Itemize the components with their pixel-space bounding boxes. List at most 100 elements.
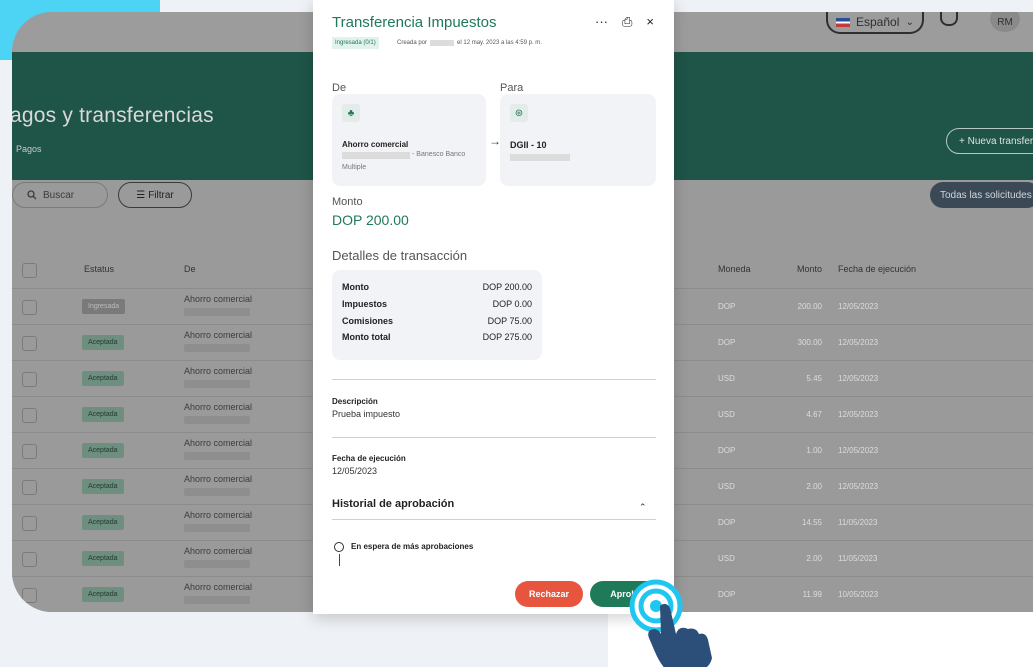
history-title[interactable]: Historial de aprobación (332, 498, 454, 510)
created-date: el 12 may. 2023 a las 4:59 p. m. (457, 40, 542, 46)
row-checkbox[interactable] (22, 408, 37, 423)
print-icon[interactable]: ⎙ (622, 14, 632, 30)
row-amount: 2.00 (806, 554, 822, 563)
redacted-account-number (184, 452, 250, 460)
row-checkbox[interactable] (22, 588, 37, 603)
redacted-account-number (184, 524, 250, 532)
row-from-account: Ahorro comercial (184, 582, 253, 592)
col-status[interactable]: Estatus (84, 264, 114, 274)
amount-label: Monto (332, 196, 363, 208)
redacted-account-number (184, 308, 250, 316)
filter-label: Filtrar (148, 189, 174, 201)
bell-icon[interactable] (940, 12, 958, 26)
row-checkbox[interactable] (22, 552, 37, 567)
details-row: Impuestos DOP 0.00 (342, 299, 532, 309)
row-exec-date: 12/05/2023 (838, 482, 879, 491)
row-amount: 5.45 (806, 374, 822, 383)
row-amount: 200.00 (797, 302, 822, 311)
details-key: Monto total (342, 332, 391, 342)
details-value: DOP 200.00 (482, 282, 532, 292)
close-icon[interactable]: × (646, 14, 654, 30)
row-currency: DOP (718, 590, 736, 599)
row-currency: USD (718, 410, 735, 419)
row-status-badge: Aceptada (82, 551, 124, 566)
details-key: Impuestos (342, 299, 388, 309)
row-exec-date: 12/05/2023 (838, 446, 879, 455)
language-label: Español (856, 15, 900, 29)
details-key: Comisiones (342, 316, 394, 326)
from-account-name: Ahorro comercial (342, 140, 409, 149)
redacted-reference (510, 154, 570, 161)
from-account-card: ♣ Ahorro comercial - Banesco Banco Multi… (332, 94, 486, 186)
tax-icon: ⊛ (510, 104, 528, 122)
row-from-account: Ahorro comercial (184, 330, 253, 340)
row-currency: DOP (718, 302, 736, 311)
approve-button[interactable]: Aproba (590, 581, 662, 607)
details-row: Monto total DOP 275.00 (342, 332, 532, 342)
row-currency: USD (718, 554, 735, 563)
row-currency: DOP (718, 446, 736, 455)
more-icon[interactable]: ··· (595, 14, 608, 30)
details-row: Monto DOP 200.00 (342, 282, 532, 292)
details-value: DOP 0.00 (492, 299, 532, 309)
row-from-account: Ahorro comercial (184, 294, 253, 304)
row-checkbox[interactable] (22, 444, 37, 459)
reject-button[interactable]: Rechazar (515, 581, 583, 607)
details-value: DOP 75.00 (487, 316, 532, 326)
created-by-label: Creada por (397, 40, 428, 46)
row-status-badge: Aceptada (82, 407, 124, 422)
redacted-account-number (184, 344, 250, 352)
description-label: Descripción (332, 397, 378, 406)
chevron-up-icon[interactable]: ⌃ (639, 502, 647, 513)
row-currency: USD (718, 374, 735, 383)
avatar[interactable]: RM (990, 12, 1020, 32)
row-amount: 4.67 (806, 410, 822, 419)
col-de[interactable]: De (184, 264, 196, 274)
col-fecha[interactable]: Fecha de ejecución (838, 264, 916, 274)
select-all-checkbox[interactable] (22, 263, 37, 278)
chevron-down-icon: ⌄ (905, 16, 914, 28)
row-from-account: Ahorro comercial (184, 438, 253, 448)
row-from-account: Ahorro comercial (184, 366, 253, 376)
row-from-account: Ahorro comercial (184, 474, 253, 484)
col-monto[interactable]: Monto (782, 264, 822, 274)
redacted-account-number (184, 380, 250, 388)
exec-date-label: Fecha de ejecución (332, 454, 406, 463)
new-transfer-button[interactable]: + Nueva transfer (946, 128, 1033, 154)
from-bank-name-2: Multiple (342, 164, 367, 171)
details-box: Monto DOP 200.00 Impuestos DOP 0.00 Comi… (332, 270, 542, 360)
row-exec-date: 12/05/2023 (838, 410, 879, 419)
row-exec-date: 12/05/2023 (838, 302, 879, 311)
modal-toolbar: ··· ⎙ × (595, 14, 654, 30)
row-checkbox[interactable] (22, 372, 37, 387)
row-exec-date: 12/05/2023 (838, 338, 879, 347)
row-amount: 14.55 (801, 518, 822, 527)
piggy-bank-icon: ♣ (342, 104, 360, 122)
row-checkbox[interactable] (22, 300, 37, 315)
to-account-name: DGII - 10 (510, 140, 547, 150)
row-checkbox[interactable] (22, 336, 37, 351)
language-selector[interactable]: Español ⌄ (826, 12, 924, 34)
details-value: DOP 275.00 (482, 332, 532, 342)
breadcrumb[interactable]: Pagos (16, 144, 42, 154)
redacted-account-number (184, 596, 250, 604)
row-from-account: Ahorro comercial (184, 546, 253, 556)
col-moneda[interactable]: Moneda (718, 264, 751, 274)
description-value: Prueba impuesto (332, 409, 401, 419)
row-amount: 300.00 (797, 338, 822, 347)
row-checkbox[interactable] (22, 480, 37, 495)
from-bank-name: - Banesco Banco (412, 151, 466, 158)
row-currency: DOP (718, 338, 736, 347)
row-status-badge: Aceptada (82, 443, 124, 458)
divider (332, 379, 656, 380)
row-from-account: Ahorro comercial (184, 402, 253, 412)
row-exec-date: 10/05/2023 (838, 590, 879, 599)
row-checkbox[interactable] (22, 516, 37, 531)
row-status-badge: Aceptada (82, 587, 124, 602)
filter-icon: ☰ (136, 189, 146, 201)
all-requests-button[interactable]: Todas las solicitudes (930, 182, 1033, 208)
search-input[interactable]: Buscar (12, 182, 108, 208)
created-meta: Creada por el 12 may. 2023 a las 4:59 p.… (397, 37, 542, 49)
filter-button[interactable]: ☰ Filtrar (118, 182, 192, 208)
redacted-user (430, 40, 455, 46)
